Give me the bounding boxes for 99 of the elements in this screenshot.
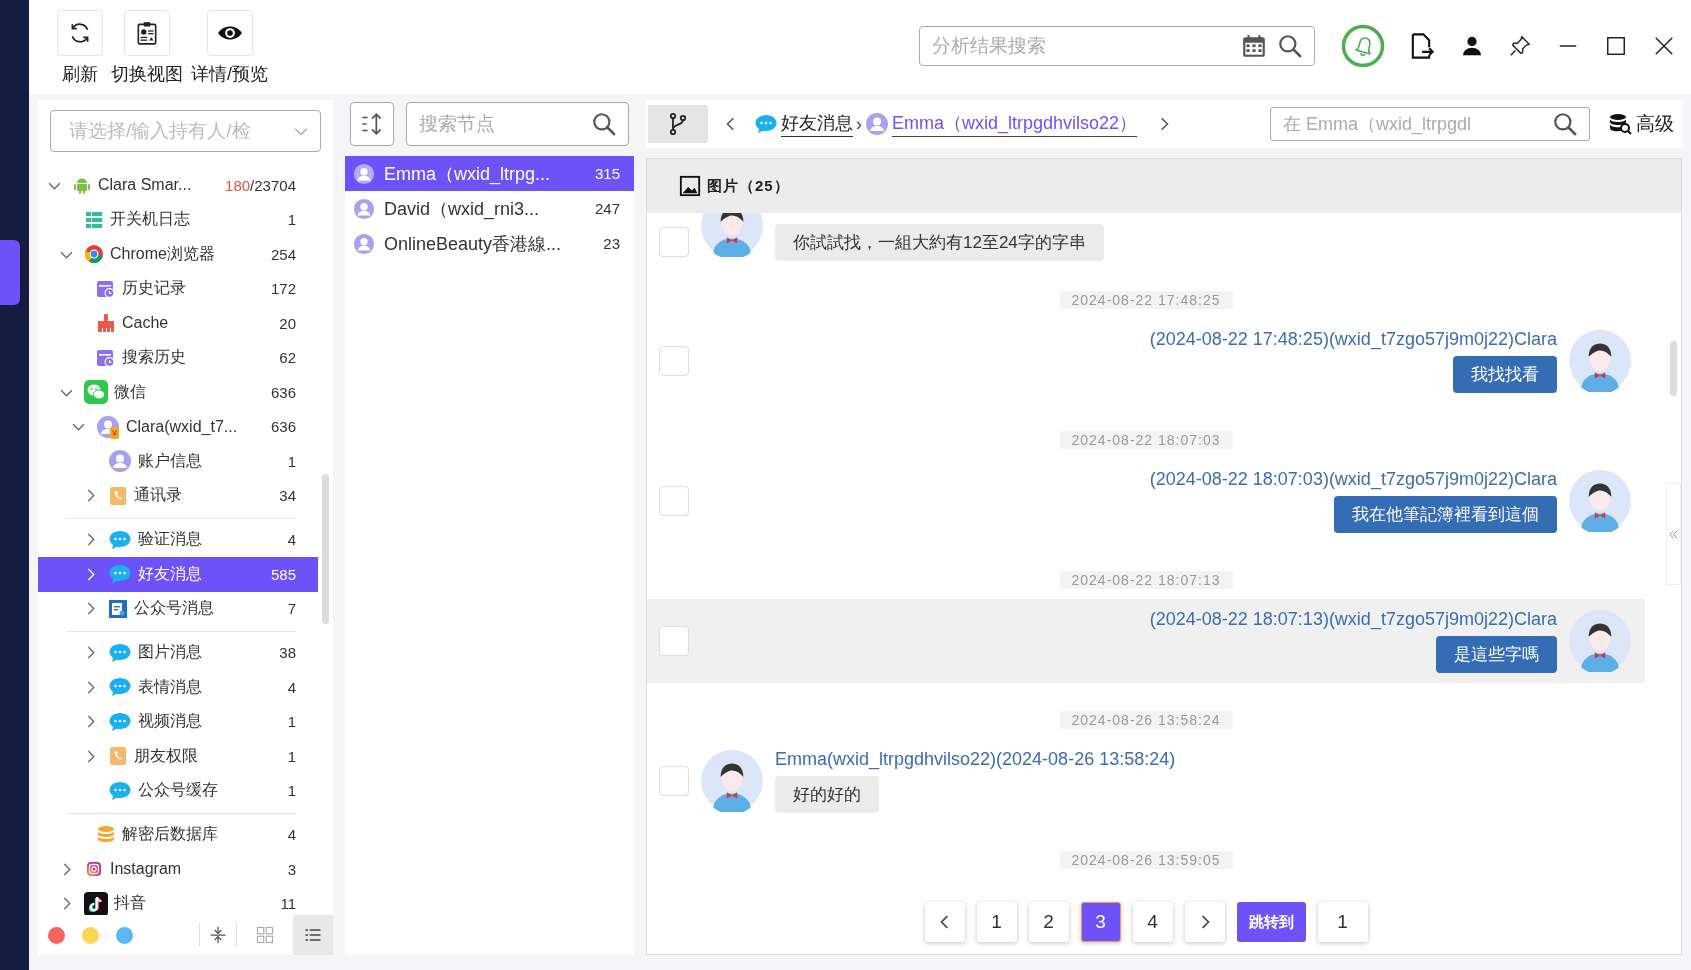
timestamp: 2024-08-26 13:59:05 [1059, 851, 1233, 869]
user-icon [108, 449, 132, 474]
breadcrumb-link[interactable]: 好友消息 [781, 111, 853, 137]
user-icon[interactable] [1461, 35, 1483, 57]
badge: ¥ [110, 426, 119, 439]
database-search-icon [1608, 112, 1632, 136]
search-field[interactable]: 搜索节点 [406, 102, 629, 146]
tree-item[interactable]: Chrome浏览器 254 [38, 237, 318, 272]
checkbox[interactable] [659, 227, 689, 257]
tree-item[interactable]: ¥ Clara(wxid_t7... 636 [38, 409, 318, 444]
document-icon [108, 598, 128, 619]
phone-book-icon [108, 746, 128, 767]
chat-bubbles-icon [84, 380, 108, 405]
message-bubble: 好的好的 [775, 776, 879, 813]
close-icon[interactable] [1653, 35, 1675, 57]
chat-bubble-icon [754, 112, 778, 136]
message-bubble: 我找找看 [1453, 356, 1557, 393]
maximize-icon[interactable] [1605, 35, 1627, 57]
grid-icon [255, 925, 275, 945]
branch-button[interactable] [648, 105, 708, 143]
sender-line: Emma(wxid_ltrpgdhvilso22)(2024-08-26 13:58:24) [775, 749, 1176, 770]
tree-item[interactable]: 历史记录 172 [38, 271, 318, 306]
message-bubble: 是這些字嗎 [1436, 636, 1557, 673]
toolbar-button[interactable]: 详情/预览 [191, 10, 268, 86]
message-bubble: 你試試找，一組大約有12至24字的字串 [775, 224, 1104, 261]
calendar-icon[interactable] [1241, 33, 1267, 59]
collapse-icon[interactable] [208, 925, 228, 945]
browser-logo-icon [84, 244, 104, 265]
list-view-button[interactable] [293, 915, 333, 955]
avatar-icon [1569, 610, 1631, 672]
breadcrumb-link[interactable]: Emma（wxid_ltrpgdhvilso22） [892, 111, 1138, 137]
tree-item[interactable]: 抖音 11 [38, 886, 318, 915]
page-button[interactable]: 2 [1028, 902, 1069, 942]
tree-item[interactable]: 通讯录 34 [38, 478, 318, 513]
toolbar-button[interactable]: 切换视图 [111, 10, 183, 86]
tree-item[interactable]: Instagram 3 [38, 852, 318, 887]
phone-book-icon [108, 485, 128, 506]
contact-item[interactable]: David（wxid_rni3... 247 [345, 191, 634, 226]
search-icon[interactable] [591, 111, 617, 137]
list-icon [84, 209, 104, 230]
pin-icon[interactable] [1509, 35, 1531, 57]
avatar-icon [701, 213, 763, 257]
user-icon [353, 162, 375, 185]
scrollbar[interactable] [322, 474, 329, 624]
tree-item[interactable]: Clara Smar... 180/23704 [38, 168, 318, 203]
sender-line: (2024-08-22 18:07:03)(wxid_t7zgo57j9m0j22)Clara [1149, 469, 1557, 490]
tree-item[interactable]: 视频消息 1 [38, 704, 318, 739]
collapse-handle[interactable] [1666, 483, 1681, 585]
avatar-icon [701, 750, 763, 812]
timestamp: 2024-08-22 17:48:25 [1059, 291, 1233, 309]
contact-item[interactable]: Emma（wxid_ltrpg... 315 [345, 156, 634, 191]
search-icon[interactable] [1552, 111, 1578, 137]
user-icon [865, 112, 889, 136]
tree-item[interactable]: 表情消息 4 [38, 670, 318, 705]
advanced-search-button[interactable]: 高级 [1598, 111, 1678, 137]
tree-item[interactable]: 搜索历史 62 [38, 340, 318, 375]
tree-item[interactable]: 好友消息 585 [38, 557, 318, 592]
tree-item[interactable]: 账户信息 1 [38, 444, 318, 479]
checkbox[interactable] [659, 626, 689, 656]
message-bubble: 我在他筆記簿裡看到這個 [1334, 496, 1557, 533]
avatar-icon [1569, 470, 1631, 532]
user-icon [353, 232, 375, 255]
calendar-clock-icon [96, 347, 116, 368]
broom-icon [96, 313, 116, 334]
database-icon [96, 824, 116, 845]
page-button[interactable]: 4 [1132, 902, 1173, 942]
search-field[interactable]: 分析结果搜索 [919, 26, 1315, 66]
bell-icon[interactable] [1341, 24, 1385, 68]
timestamp: 2024-08-26 13:58:24 [1059, 711, 1233, 729]
checkbox[interactable] [659, 766, 689, 796]
calendar-clock-icon [96, 278, 116, 299]
search-field[interactable]: 在 Emma（wxid_ltrpgdl [1270, 107, 1590, 141]
user-icon [353, 197, 375, 220]
image-icon [679, 175, 701, 197]
sort-button[interactable] [350, 102, 394, 146]
page-input[interactable]: 1 [1317, 902, 1368, 942]
sender-line: (2024-08-22 17:48:25)(wxid_t7zgo57j9m0j22)Clara [1149, 329, 1557, 350]
tree-item[interactable]: 公众号缓存 1 [38, 773, 318, 808]
tree-item[interactable]: 朋友权限 1 [38, 739, 318, 774]
sender-line: (2024-08-22 18:07:13)(wxid_t7zgo57j9m0j22)Clara [1149, 609, 1557, 630]
page-button[interactable]: 3 [1080, 902, 1121, 942]
jump-button[interactable]: 跳转到 [1236, 902, 1306, 942]
timestamp: 2024-08-22 18:07:03 [1059, 431, 1233, 449]
scrollbar[interactable] [1670, 341, 1677, 396]
double-chevron-left-icon [1668, 528, 1679, 540]
tab[interactable]: 图片（25） [679, 175, 790, 197]
timestamp: 2024-08-22 18:07:13 [1059, 571, 1233, 589]
tree-item[interactable]: Cache 20 [38, 306, 318, 341]
tree-item[interactable]: 开关机日志 1 [38, 202, 318, 237]
tree-item[interactable]: 公众号消息 7 [38, 591, 318, 626]
checkbox[interactable] [659, 346, 689, 376]
checkbox[interactable] [659, 486, 689, 516]
avatar-icon [1569, 330, 1631, 392]
search-icon[interactable] [1277, 33, 1303, 59]
rail-highlight [0, 240, 20, 305]
tree-item[interactable]: 微信 636 [38, 375, 318, 410]
separator-text: › [856, 113, 862, 135]
page-button[interactable]: 1 [976, 902, 1017, 942]
contact-item[interactable]: OnlineBeauty香港線... 23 [345, 226, 634, 261]
